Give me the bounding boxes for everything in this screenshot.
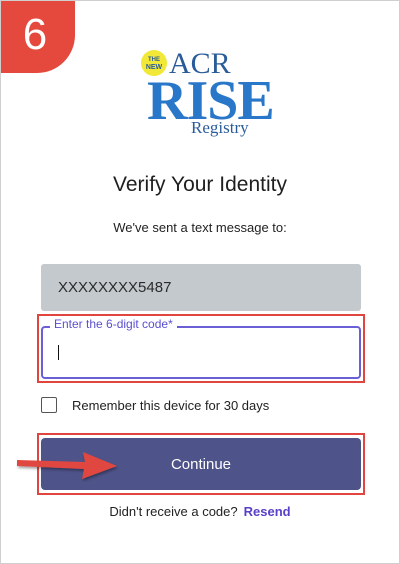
masked-phone-number: XXXXXXXX5487	[41, 264, 361, 311]
resend-footer: Didn't receive a code? Resend	[1, 504, 399, 519]
step-number-badge: 6	[1, 1, 75, 73]
resend-question: Didn't receive a code?	[109, 504, 238, 519]
verification-code-input[interactable]	[53, 338, 343, 368]
login-panel: 6 THE NEW ACR RISE Registry Verify Your …	[0, 0, 400, 564]
phone-number-value: XXXXXXXX5487	[58, 279, 172, 296]
code-field-label: Enter the 6-digit code*	[50, 317, 177, 331]
remember-device-row[interactable]: Remember this device for 30 days	[41, 395, 269, 415]
svg-text:THE: THE	[148, 57, 160, 63]
resend-link[interactable]: Resend	[244, 504, 291, 519]
acr-rise-registry-logo: THE NEW ACR RISE Registry	[141, 47, 275, 139]
remember-device-label[interactable]: Remember this device for 30 days	[72, 398, 269, 413]
text-cursor	[58, 345, 59, 360]
logo-registry-text: Registry	[191, 118, 249, 137]
sent-message-text: We've sent a text message to:	[113, 220, 287, 235]
red-arrow-icon	[17, 452, 117, 479]
page-title: Verify Your Identity	[113, 173, 287, 196]
remember-device-checkbox[interactable]	[41, 397, 57, 413]
